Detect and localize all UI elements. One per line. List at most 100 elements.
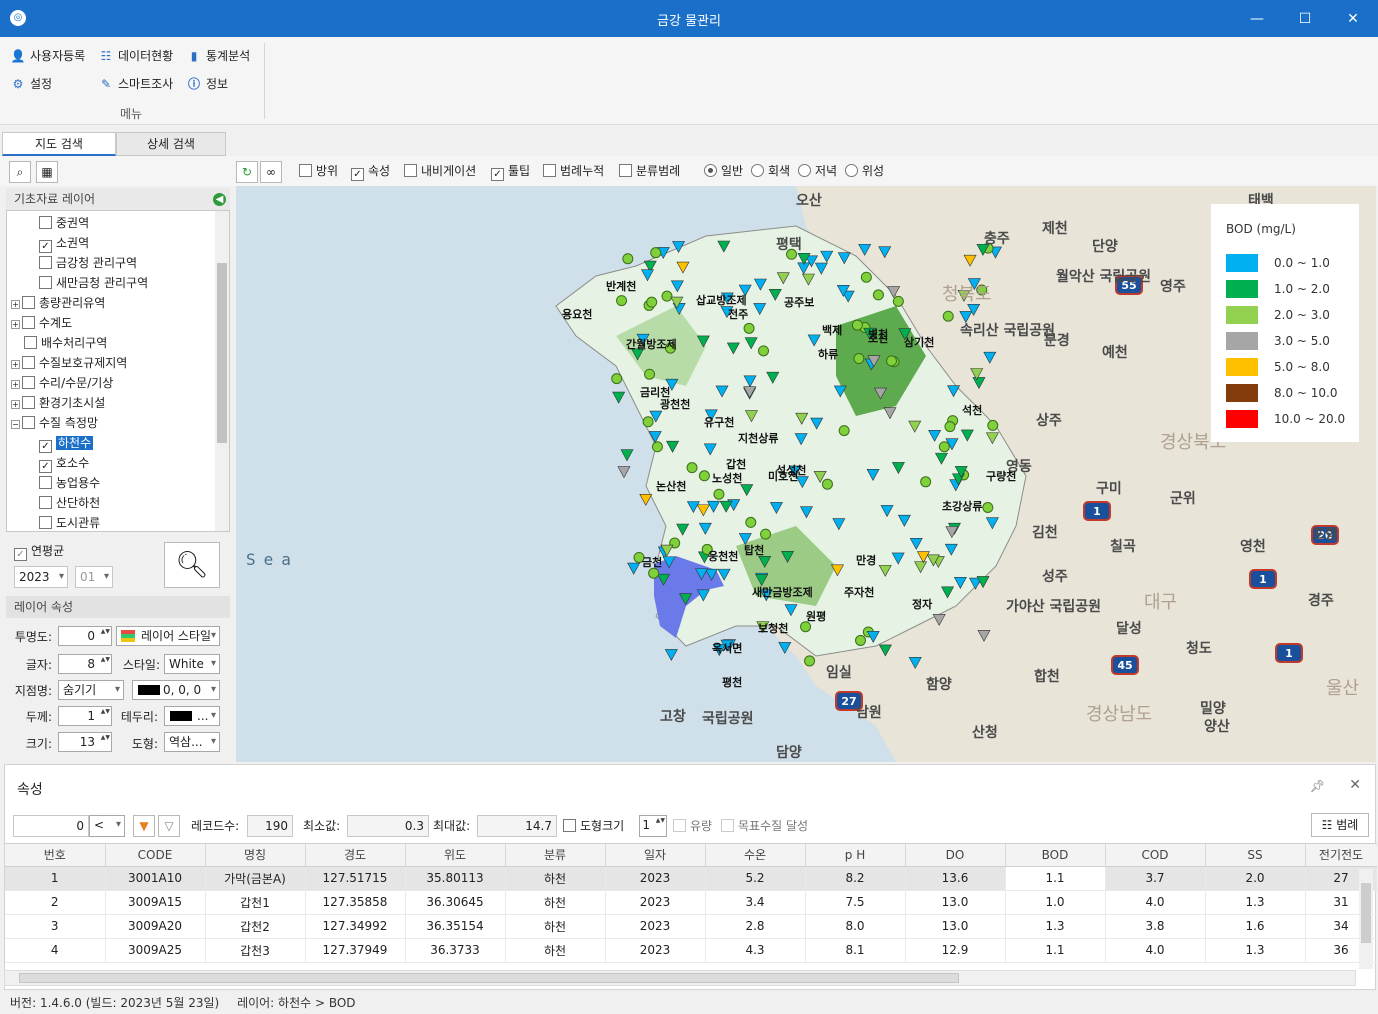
table-cell[interactable]: 하천 [505, 938, 606, 963]
point-name-select[interactable]: 숨기기 [58, 680, 124, 700]
lake-station-marker[interactable] [855, 634, 867, 646]
vscroll-thumb[interactable] [1361, 883, 1371, 943]
tree-scrollbar[interactable] [215, 211, 229, 531]
tab-detail-search[interactable]: 상세 검색 [116, 132, 226, 156]
lake-station-marker[interactable] [743, 322, 755, 334]
month-select[interactable]: 01 [75, 566, 113, 588]
table-cell[interactable]: 35.80113 [405, 866, 506, 891]
lake-station-marker[interactable] [757, 345, 769, 357]
table-cell[interactable]: 4.0 [1105, 890, 1206, 915]
close-button[interactable]: ✕ [1338, 8, 1368, 30]
table-cell[interactable]: 갑천1 [205, 890, 306, 915]
table-cell[interactable]: 127.34992 [305, 914, 406, 939]
lake-station-marker[interactable] [644, 368, 656, 380]
close-panel-button[interactable]: ✕ [1349, 777, 1361, 793]
column-header[interactable]: 전기전도 [1305, 844, 1377, 867]
lake-station-marker[interactable] [642, 416, 654, 428]
column-header[interactable]: p H [805, 844, 906, 867]
lake-station-marker[interactable] [713, 488, 725, 500]
column-header[interactable]: 분류 [505, 844, 606, 867]
export-button[interactable]: ▦ [36, 161, 58, 183]
table-cell[interactable]: 1.3 [1205, 938, 1306, 963]
table-cell[interactable]: 2.8 [705, 914, 806, 939]
table-cell[interactable]: 13.0 [905, 914, 1006, 939]
thickness-stepper[interactable]: 1 [58, 706, 112, 726]
lake-station-marker[interactable] [745, 516, 757, 528]
table-cell[interactable]: 36.3733 [405, 938, 506, 963]
lake-station-marker[interactable] [987, 419, 999, 431]
table-cell[interactable]: 8.1 [805, 938, 906, 963]
legend-accum-checkbox[interactable]: 범례누적 [543, 164, 604, 178]
data-status-button[interactable]: ☷ 데이터현황 [98, 45, 174, 67]
table-cell[interactable]: 3009A25 [105, 938, 206, 963]
column-header[interactable]: BOD [1005, 844, 1106, 867]
table-cell[interactable]: 하천 [505, 914, 606, 939]
table-cell[interactable]: 3.7 [1105, 866, 1206, 891]
font-size-stepper[interactable]: 8 [58, 654, 112, 674]
tree-item-lake[interactable]: ✓ 호소수 [39, 453, 89, 473]
filter-button[interactable]: ▼ [133, 815, 155, 837]
lake-station-marker[interactable] [886, 355, 898, 367]
filter-value-input[interactable]: 0 [13, 815, 89, 837]
attribute-checkbox[interactable]: ✓ 속성 [351, 164, 390, 181]
table-cell[interactable]: 3.8 [1105, 914, 1206, 939]
shape-size-stepper[interactable]: 1 [639, 815, 667, 837]
refresh-button[interactable]: ↻ [236, 161, 258, 183]
column-header[interactable]: CODE [105, 844, 206, 867]
table-cell[interactable]: 3.4 [705, 890, 806, 915]
tree-item-agri[interactable]: 농업용수 [39, 473, 100, 493]
bearing-checkbox[interactable]: 방위 [299, 164, 338, 178]
table-cell[interactable]: 36.35154 [405, 914, 506, 939]
lake-station-marker[interactable] [942, 310, 954, 322]
column-header[interactable]: 명칭 [205, 844, 306, 867]
table-cell[interactable]: 가막(금본A) [205, 866, 306, 891]
tree-item-protection[interactable]: + 수질보호규제지역 [11, 353, 127, 373]
table-cell[interactable]: 하천 [505, 866, 606, 891]
table-cell[interactable]: 3009A20 [105, 914, 206, 939]
table-cell[interactable]: 3001A10 [105, 866, 206, 891]
clear-filter-button[interactable]: ▽ [158, 815, 180, 837]
tree-item-tmdl[interactable]: + 총량관리유역 [11, 293, 105, 313]
lake-station-marker[interactable] [920, 476, 932, 488]
lake-station-marker[interactable] [616, 295, 628, 307]
smart-survey-button[interactable]: ✎ 스마트조사 [98, 73, 173, 95]
table-row[interactable]: 1 3001A10 가막(금본A) 127.51715 35.80113 하천 2023 5.… [5, 866, 1377, 891]
column-header[interactable]: SS [1205, 844, 1306, 867]
lake-station-marker[interactable] [892, 295, 904, 307]
transparency-stepper[interactable]: 0 [58, 626, 112, 646]
settings-button[interactable]: ⚙ 설정 [10, 73, 52, 95]
table-cell[interactable]: 7.5 [805, 890, 906, 915]
table-row[interactable]: 3 3009A20 갑천2 127.34992 36.35154 하천 2023 2.8 8.0… [5, 914, 1377, 939]
column-header[interactable]: 수온 [705, 844, 806, 867]
tree-item-sowon[interactable]: ✓ 소권역 [39, 233, 89, 253]
table-cell[interactable]: 1.3 [1205, 890, 1306, 915]
lake-station-marker[interactable] [944, 421, 956, 433]
tree-item-industrial[interactable]: 산단하천 [39, 493, 100, 513]
tooltip-checkbox[interactable]: ✓ 툴팁 [491, 164, 530, 181]
class-legend-checkbox[interactable]: 분류범례 [619, 164, 680, 178]
lake-station-marker[interactable] [651, 441, 663, 453]
maximize-button[interactable]: ☐ [1290, 8, 1320, 30]
find-button[interactable]: ∞ [260, 161, 282, 183]
tree-item-water-system[interactable]: + 수계도 [11, 313, 72, 333]
table-cell[interactable]: 4.0 [1105, 938, 1206, 963]
target-achieve-checkbox[interactable]: 목표수질 달성 [721, 819, 808, 833]
border-color-select[interactable]: ... [164, 706, 220, 726]
legend-toggle-button[interactable]: ☷ 범례 [1311, 813, 1369, 837]
bg-gray-radio[interactable]: 회색 [751, 164, 790, 178]
annual-avg-checkbox[interactable]: ✓ 연평균 [14, 544, 64, 561]
tree-item-monitoring[interactable]: − 수질 측정망 [11, 413, 98, 433]
table-cell[interactable]: 2023 [605, 890, 706, 915]
lake-station-marker[interactable] [622, 253, 634, 265]
table-cell[interactable]: 8.0 [805, 914, 906, 939]
zoom-extent-button[interactable]: ⌕ [9, 161, 31, 183]
info-button[interactable]: ⓘ 정보 [186, 73, 228, 95]
table-row[interactable]: 4 3009A25 갑천3 127.37949 36.3733 하천 2023 4.3 8.1 1… [5, 938, 1377, 963]
table-cell[interactable]: 12.9 [905, 938, 1006, 963]
lake-station-marker[interactable] [611, 373, 623, 385]
column-header[interactable]: 경도 [305, 844, 406, 867]
stats-button[interactable]: ▮ 통계분석 [186, 45, 250, 67]
table-cell[interactable]: 8.2 [805, 866, 906, 891]
column-header[interactable]: COD [1105, 844, 1206, 867]
lake-station-marker[interactable] [860, 271, 872, 283]
